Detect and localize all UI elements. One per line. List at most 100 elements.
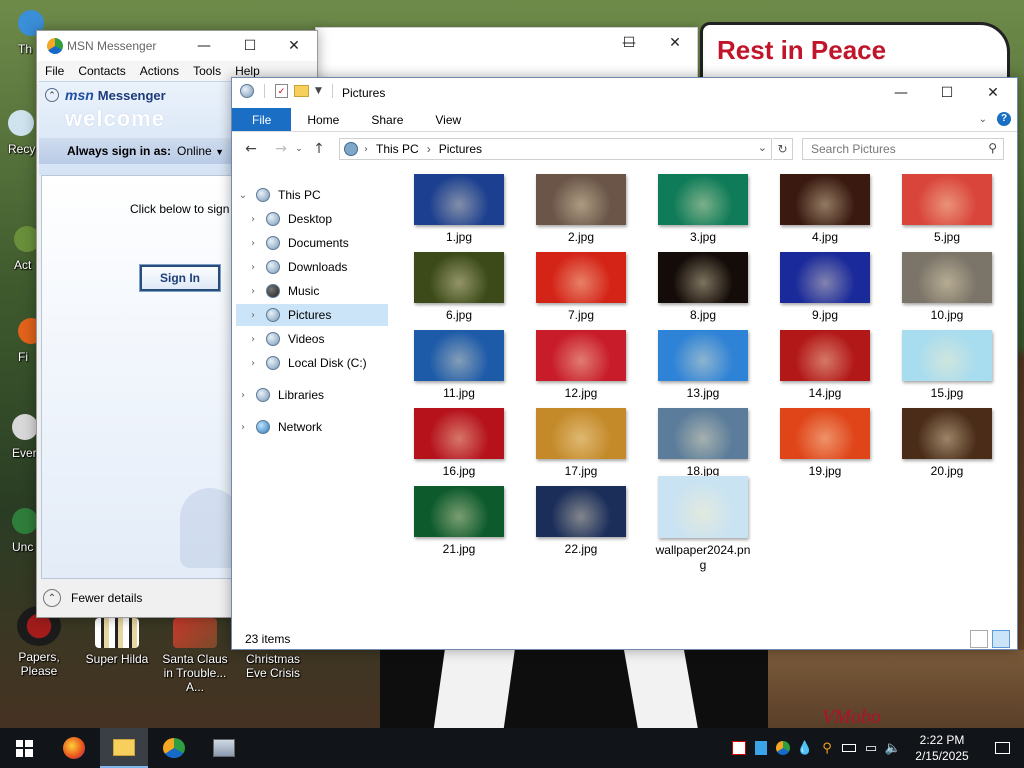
back-arrow-icon[interactable]: ← [240, 141, 262, 157]
taskbar-app[interactable] [200, 728, 248, 768]
address-bar[interactable]: › This PC › Pictures ⌄ [339, 138, 772, 160]
nav-item-pictures[interactable]: › Pictures [236, 304, 388, 326]
file-tile[interactable]: 8.jpg [648, 252, 758, 323]
close-icon[interactable]: ✕ [652, 28, 698, 58]
file-tile[interactable]: 4.jpg [770, 174, 880, 245]
help-icon[interactable]: ? [997, 112, 1011, 126]
file-tile[interactable]: 11.jpg [404, 330, 514, 401]
file-tile[interactable]: 22.jpg [526, 486, 636, 557]
maximize-icon[interactable]: ☐ [924, 78, 970, 108]
file-tile[interactable]: 1.jpg [404, 174, 514, 245]
file-explorer-window[interactable]: ✓ ▼ Pictures — ☐ ✕ File Home Share View … [231, 77, 1018, 650]
tray-app-icon[interactable] [772, 728, 794, 768]
up-arrow-icon[interactable]: ↑ [308, 141, 330, 157]
nav-item-music[interactable]: › Music [246, 280, 402, 302]
file-tile[interactable]: 20.jpg [892, 408, 1002, 479]
forward-arrow-icon[interactable]: → [270, 141, 292, 157]
chevron-right-icon[interactable]: › [246, 214, 260, 225]
status-dropdown[interactable]: Online ▼ [177, 144, 224, 158]
file-tile[interactable]: 13.jpg [648, 330, 758, 401]
nav-item-network[interactable]: › Network [236, 416, 392, 438]
maximize-icon[interactable]: ☐ [606, 28, 652, 58]
new-folder-icon[interactable] [294, 85, 309, 97]
menu-actions[interactable]: Actions [140, 64, 179, 78]
file-tile[interactable]: 2.jpg [526, 174, 636, 245]
nav-item-libraries[interactable]: › Libraries [236, 384, 392, 406]
file-tile[interactable]: wallpaper2024.png [648, 476, 758, 573]
explorer-titlebar[interactable]: ✓ ▼ Pictures — ☐ ✕ [232, 78, 1017, 108]
minimize-icon[interactable]: — [181, 31, 227, 61]
background-window[interactable]: — ☐ ✕ [315, 27, 698, 79]
tab-view[interactable]: View [419, 108, 477, 131]
collapse-icon[interactable]: ⌃ [45, 88, 59, 102]
taskbar-file-explorer[interactable] [100, 728, 148, 768]
desktop-icon-partial[interactable]: Ever [12, 414, 38, 460]
chevron-right-icon[interactable]: › [246, 238, 260, 249]
tab-home[interactable]: Home [291, 108, 355, 131]
clock[interactable]: 2:22 PM 2/15/2025 [904, 732, 980, 764]
tab-file[interactable]: File [232, 108, 292, 131]
desktop-icon-santa-claus-in-trouble[interactable]: Santa Claus in Trouble... A... [156, 618, 234, 694]
sign-in-button[interactable]: Sign In [139, 264, 221, 292]
customize-toolbar-icon[interactable]: ▼ [315, 86, 322, 96]
search-input[interactable]: Search Pictures ⚲ [802, 138, 1004, 160]
tray-app-icon[interactable] [728, 728, 750, 768]
recent-locations-icon[interactable]: ⌄ [292, 144, 306, 154]
battery-icon[interactable] [838, 728, 860, 768]
file-tile[interactable]: 15.jpg [892, 330, 1002, 401]
nav-item-videos[interactable]: › Videos [246, 328, 402, 350]
chevron-right-icon[interactable]: › [246, 310, 260, 321]
chevron-right-icon[interactable]: › [246, 334, 260, 345]
large-icons-view-icon[interactable] [992, 630, 1010, 648]
expand-ribbon-icon[interactable]: ⌄ [979, 114, 987, 125]
file-tile[interactable]: 19.jpg [770, 408, 880, 479]
details-view-icon[interactable] [970, 630, 988, 648]
menu-tools[interactable]: Tools [193, 64, 221, 78]
file-tile[interactable]: 16.jpg [404, 408, 514, 479]
desktop-icon-partial[interactable]: Recy [8, 110, 35, 156]
volume-muted-icon[interactable]: 🔈 [882, 728, 904, 768]
tray-app-icon[interactable] [750, 728, 772, 768]
properties-icon[interactable]: ✓ [275, 84, 288, 98]
file-tile[interactable]: 9.jpg [770, 252, 880, 323]
file-tile[interactable]: 12.jpg [526, 330, 636, 401]
file-tile[interactable]: 7.jpg [526, 252, 636, 323]
file-tile[interactable]: 21.jpg [404, 486, 514, 557]
file-tile[interactable]: 17.jpg [526, 408, 636, 479]
nav-item-desktop[interactable]: › Desktop [246, 208, 402, 230]
taskbar-msn-messenger[interactable] [150, 728, 198, 768]
taskbar-firefox[interactable] [50, 728, 98, 768]
file-tile[interactable]: 3.jpg [648, 174, 758, 245]
notifications-icon[interactable] [980, 728, 1024, 768]
nav-item-documents[interactable]: › Documents [246, 232, 402, 254]
close-icon[interactable]: ✕ [970, 78, 1016, 108]
desktop-icon-partial[interactable]: Unc [12, 508, 38, 554]
chevron-right-icon[interactable]: › [246, 262, 260, 273]
breadcrumb-this-pc[interactable]: This PC [376, 142, 419, 156]
file-tile[interactable]: 6.jpg [404, 252, 514, 323]
maximize-icon[interactable]: ☐ [227, 31, 273, 61]
start-button[interactable] [0, 728, 48, 768]
nav-item-downloads[interactable]: › Downloads [246, 256, 402, 278]
menu-contacts[interactable]: Contacts [78, 64, 125, 78]
desktop-icon-super-hilda[interactable]: Super Hilda [78, 618, 156, 666]
network-icon[interactable]: ▭ [860, 728, 882, 768]
file-tile[interactable]: 14.jpg [770, 330, 880, 401]
nav-item-local-disk[interactable]: › Local Disk (C:) [246, 352, 402, 374]
menu-file[interactable]: File [45, 64, 64, 78]
refresh-icon[interactable]: ↻ [773, 138, 793, 160]
nav-item-this-pc[interactable]: ⌄ This PC [236, 184, 392, 206]
minimize-icon[interactable]: — [878, 78, 924, 108]
droplet-icon[interactable]: 💧 [794, 728, 816, 768]
chevron-down-icon[interactable]: ⌄ [758, 141, 767, 154]
file-tile[interactable]: 18.jpg [648, 408, 758, 479]
file-tile[interactable]: 10.jpg [892, 252, 1002, 323]
close-icon[interactable]: ✕ [271, 31, 317, 61]
chevron-right-icon[interactable]: › [246, 286, 260, 297]
chevron-right-icon[interactable]: › [236, 390, 250, 401]
breadcrumb-pictures[interactable]: Pictures [439, 142, 482, 156]
tab-share[interactable]: Share [355, 108, 419, 131]
menu-help[interactable]: Help [235, 64, 260, 78]
chevron-right-icon[interactable]: › [246, 358, 260, 369]
chevron-right-icon[interactable]: › [236, 422, 250, 433]
